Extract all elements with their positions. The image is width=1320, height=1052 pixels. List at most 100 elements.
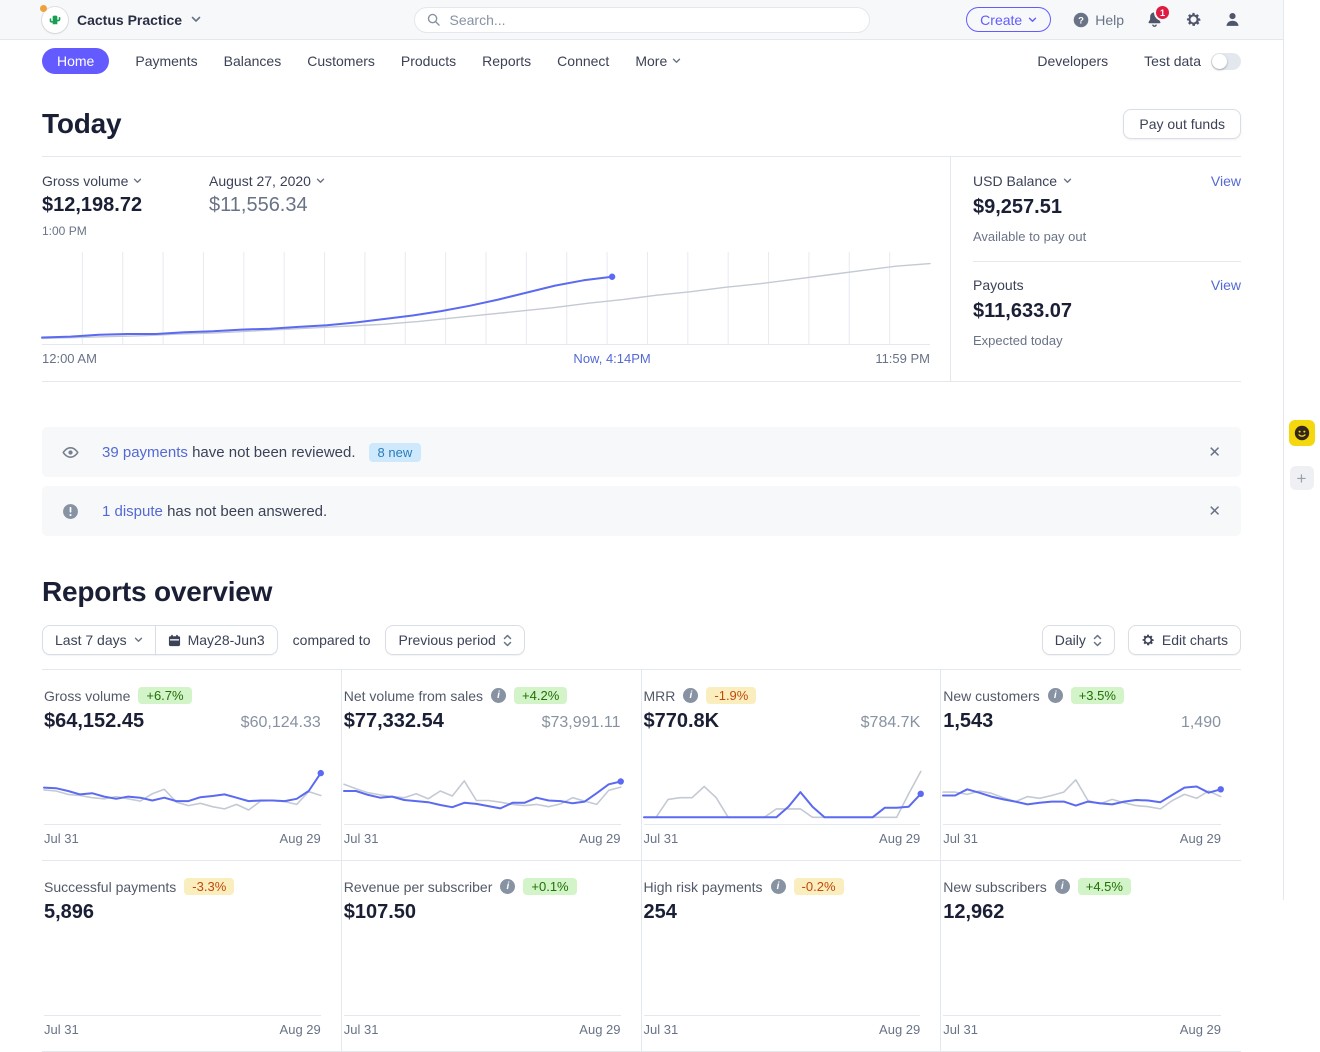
range-preset-button[interactable]: Last 7 days — [42, 625, 156, 655]
gross-volume-selector[interactable]: Gross volume — [42, 173, 209, 189]
info-icon[interactable]: i — [683, 688, 698, 703]
card-high-risk-payments[interactable]: High risk payments i -0.2% 254 Jul 31 Au… — [642, 861, 942, 1052]
usd-balance-caption: Available to pay out — [973, 229, 1241, 244]
tab-label: Connect — [557, 53, 609, 69]
today-section: Gross volume $12,198.72 1:00 PM August 2… — [42, 157, 1241, 382]
tab-payments[interactable]: Payments — [135, 48, 197, 74]
notifications-button[interactable]: 1 — [1146, 11, 1163, 28]
profile-button[interactable] — [1224, 11, 1241, 28]
sparkline-chart — [644, 951, 921, 1013]
search-input[interactable] — [448, 11, 857, 29]
metric-label: Net volume from sales — [344, 688, 483, 704]
developers-link[interactable]: Developers — [1037, 48, 1108, 74]
test-data-label: Test data — [1144, 53, 1201, 69]
dispute-link[interactable]: 1 dispute — [102, 503, 163, 520]
info-icon[interactable]: i — [500, 879, 515, 894]
tab-label: More — [635, 53, 667, 69]
chevron-down-icon — [133, 178, 142, 184]
chevron-down-icon — [1028, 17, 1037, 23]
global-search[interactable] — [414, 7, 870, 33]
view-payouts-link[interactable]: View — [1211, 277, 1241, 293]
account-name: Cactus Practice — [77, 12, 182, 28]
calendar-icon — [168, 634, 181, 647]
payments-review-link[interactable]: 39 payments — [102, 444, 188, 461]
report-filters: Last 7 days May28-Jun3 compared to Previ… — [42, 625, 1241, 655]
close-icon[interactable]: ✕ — [1208, 443, 1221, 461]
tab-balances[interactable]: Balances — [224, 48, 282, 74]
info-icon[interactable]: i — [491, 688, 506, 703]
dispute-banner: 1 dispute has not been answered. ✕ — [42, 486, 1241, 536]
card-revenue-per-subscriber[interactable]: Revenue per subscriber i +0.1% $107.50 J… — [342, 861, 642, 1052]
metric-compare-value: 1,490 — [1181, 714, 1221, 732]
date-range-group: Last 7 days May28-Jun3 — [42, 625, 278, 655]
help-label: Help — [1095, 12, 1124, 28]
tab-home[interactable]: Home — [42, 48, 109, 74]
page-title-today: Today — [42, 108, 121, 140]
axis-end-label: Aug 29 — [879, 1022, 920, 1037]
change-badge: +4.5% — [1078, 878, 1131, 895]
gross-volume-label: Gross volume — [42, 173, 128, 189]
create-button[interactable]: Create — [966, 7, 1051, 32]
sparkline-chart — [344, 951, 621, 1013]
help-button[interactable]: ? Help — [1073, 12, 1124, 28]
today-gross-volume-chart — [42, 250, 930, 345]
account-menu[interactable]: Cactus Practice — [42, 7, 201, 33]
comparison-date-selector[interactable]: August 27, 2020 — [209, 173, 376, 189]
payments-review-banner: 39 payments have not been reviewed. 8 ne… — [42, 427, 1241, 477]
usd-balance-value: $9,257.51 — [973, 196, 1241, 219]
tab-label: Customers — [307, 53, 375, 69]
axis-end-label: Aug 29 — [579, 1022, 620, 1037]
metric-compare-value: $73,991.11 — [542, 714, 621, 732]
card-new-customers[interactable]: New customers i +3.5% 1,543 1,490 Jul 31… — [941, 670, 1241, 861]
select-caret-icon — [1093, 634, 1102, 647]
axis-end-label: Aug 29 — [579, 831, 620, 846]
date-range-label: May28-Jun3 — [188, 632, 265, 648]
interval-select[interactable]: Daily — [1042, 625, 1115, 655]
settings-button[interactable] — [1185, 11, 1202, 28]
toggle-knob — [1212, 54, 1227, 69]
date-range-button[interactable]: May28-Jun3 — [155, 625, 278, 655]
edit-charts-button[interactable]: Edit charts — [1128, 625, 1241, 655]
card-net-volume[interactable]: Net volume from sales i +4.2% $77,332.54… — [342, 670, 642, 861]
tab-customers[interactable]: Customers — [307, 48, 375, 74]
create-label: Create — [980, 12, 1022, 28]
pay-out-funds-button[interactable]: Pay out funds — [1123, 109, 1241, 139]
add-button[interactable]: + — [1290, 466, 1314, 490]
account-logo — [42, 7, 68, 33]
tab-more[interactable]: More — [635, 48, 681, 74]
card-gross-volume[interactable]: Gross volume i +6.7% $64,152.45 $60,124.… — [42, 670, 342, 861]
test-data-toggle[interactable] — [1211, 53, 1241, 70]
stripe-dashboard: Cactus Practice Create ? Help — [0, 0, 1284, 900]
usd-balance-selector[interactable]: USD Balance — [973, 173, 1072, 189]
axis-start-label: Jul 31 — [44, 1022, 79, 1037]
card-mrr[interactable]: MRR i -1.9% $770.8K $784.7K Jul 31 Aug 2… — [642, 670, 942, 861]
select-caret-icon — [503, 634, 512, 647]
tab-reports[interactable]: Reports — [482, 48, 531, 74]
line-chart — [42, 250, 930, 344]
compare-period-value: Previous period — [398, 632, 495, 648]
sparkline-chart — [44, 951, 321, 1013]
info-icon[interactable]: i — [771, 879, 786, 894]
metric-value: $64,152.45 — [44, 710, 144, 733]
gear-icon — [1185, 11, 1202, 28]
sparkline-chart — [644, 760, 921, 822]
sparkline-chart — [943, 951, 1221, 1013]
tab-connect[interactable]: Connect — [557, 48, 609, 74]
info-icon[interactable]: i — [1055, 879, 1070, 894]
extension-icon[interactable] — [1289, 420, 1315, 446]
svg-text:?: ? — [1078, 15, 1084, 26]
chart-x-end: 11:59 PM — [875, 351, 930, 366]
chevron-down-icon — [316, 178, 325, 184]
balance-panel: USD Balance View $9,257.51 Available to … — [950, 157, 1241, 381]
range-preset-label: Last 7 days — [55, 632, 127, 648]
tab-products[interactable]: Products — [401, 48, 456, 74]
compare-period-select[interactable]: Previous period — [385, 625, 524, 655]
info-icon[interactable]: i — [1048, 688, 1063, 703]
usd-balance-label: USD Balance — [973, 173, 1057, 189]
card-successful-payments[interactable]: Successful payments i -3.3% 5,896 Jul 31… — [42, 861, 342, 1052]
main-nav: Home Payments Balances Customers Product… — [0, 40, 1283, 82]
close-icon[interactable]: ✕ — [1208, 502, 1221, 520]
view-balance-link[interactable]: View — [1211, 173, 1241, 189]
axis-start-label: Jul 31 — [44, 831, 79, 846]
card-new-subscribers[interactable]: New subscribers i +4.5% 12,962 Jul 31 Au… — [941, 861, 1241, 1052]
